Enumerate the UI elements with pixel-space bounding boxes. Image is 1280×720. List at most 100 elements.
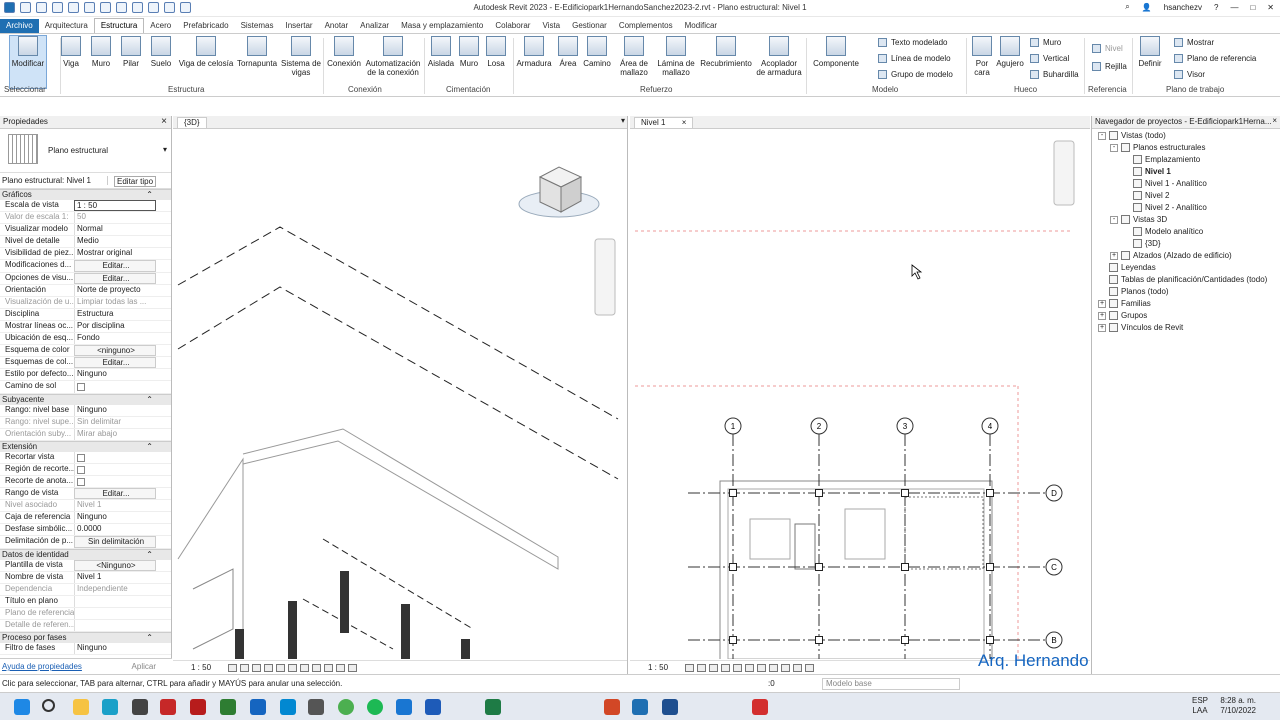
property-value[interactable]: <ninguno>	[74, 345, 156, 357]
tab-analizar[interactable]: Analizar	[354, 19, 395, 33]
component-button[interactable]: Componente	[810, 36, 862, 68]
slab-button[interactable]: Losa	[484, 36, 508, 68]
plan-view-window[interactable]: Nivel 1 × 1234DCB 1 : 50 Arq. Hernando S…	[630, 116, 1090, 690]
column-marker[interactable]	[815, 563, 823, 571]
app-icon-6[interactable]	[280, 699, 296, 715]
revit-icon[interactable]	[632, 699, 648, 715]
property-value[interactable]: <Ninguno>	[74, 559, 156, 571]
app-icon-4[interactable]	[220, 699, 236, 715]
show-workplane-button[interactable]: Mostrar	[1174, 38, 1214, 47]
wall-opening-button[interactable]: Muro	[1030, 38, 1061, 47]
model-base-dropdown[interactable]: Modelo base	[822, 678, 960, 690]
property-value[interactable]	[74, 463, 156, 475]
minimize-icon[interactable]: —	[1230, 3, 1238, 12]
tab-archivo[interactable]: Archivo	[0, 19, 39, 33]
property-value[interactable]: Norte de proyecto	[74, 284, 156, 296]
powerpoint-icon[interactable]	[604, 699, 620, 715]
tab-acero[interactable]: Acero	[144, 19, 177, 33]
word-icon[interactable]	[425, 699, 441, 715]
browser-item[interactable]: - Vistas (todo)	[1098, 131, 1166, 140]
tab-gestionar[interactable]: Gestionar	[566, 19, 613, 33]
property-value[interactable]: Normal	[74, 224, 156, 236]
column-marker[interactable]	[729, 489, 737, 497]
plan-view-scale[interactable]: 1 : 50	[648, 663, 668, 672]
apply-button[interactable]: Aplicar	[132, 662, 156, 671]
constraints-icon[interactable]	[348, 664, 357, 672]
vertical-opening-button[interactable]: Vertical	[1030, 54, 1069, 63]
analytical-icon[interactable]	[793, 664, 802, 672]
chevron-down-icon[interactable]: ▾	[163, 145, 167, 154]
path-button[interactable]: Camino	[582, 36, 612, 68]
excel-icon[interactable]	[485, 699, 501, 715]
column-marker[interactable]	[901, 563, 909, 571]
wall-foundation-button[interactable]: Muro	[457, 36, 481, 68]
spotify-icon[interactable]	[367, 699, 383, 715]
close-browser-icon[interactable]: ×	[1272, 116, 1277, 125]
set-workplane-button[interactable]: Definir	[1136, 36, 1164, 68]
checkbox[interactable]	[77, 477, 85, 486]
collapse-icon[interactable]: ⌃	[146, 633, 153, 642]
property-value[interactable]: Ninguno	[74, 369, 156, 381]
property-value[interactable]: Por disciplina	[74, 320, 156, 333]
model-text-button[interactable]: Texto modelado	[878, 38, 947, 47]
visual-style-icon[interactable]	[697, 664, 706, 672]
shadows-icon[interactable]	[721, 664, 730, 672]
help-icon[interactable]: ?	[1214, 3, 1218, 12]
tab-prefabricado[interactable]: Prefabricado	[177, 19, 234, 33]
hide-icon[interactable]	[757, 664, 766, 672]
sun-path-icon[interactable]	[252, 664, 261, 672]
model-group-button[interactable]: Grupo de modelo	[878, 70, 953, 79]
property-value[interactable]: Nivel 1	[74, 571, 156, 583]
temp-hide-icon[interactable]	[312, 664, 321, 672]
floor-button[interactable]: Suelo	[147, 36, 175, 68]
property-value[interactable]	[74, 451, 156, 463]
close-icon[interactable]: ✕	[1267, 3, 1274, 12]
crop-icon[interactable]	[276, 664, 285, 672]
collapse-icon[interactable]: ⌃	[146, 190, 153, 199]
reinforcement-group-label[interactable]: Refuerzo	[640, 85, 672, 94]
browser-item[interactable]: - Planos estructurales	[1110, 143, 1205, 152]
tab-anotar[interactable]: Anotar	[319, 19, 355, 33]
wall-button[interactable]: Muro	[88, 36, 114, 68]
type-selector[interactable]: Plano estructural ▾	[0, 129, 171, 173]
properties-help-link[interactable]: Ayuda de propiedades	[2, 662, 82, 671]
property-group-header[interactable]: Extensión ⌃	[0, 440, 171, 452]
browser-item[interactable]: Emplazamiento	[1122, 155, 1200, 164]
file-explorer-icon[interactable]	[73, 699, 89, 715]
property-value[interactable]: Mostrar original	[74, 248, 156, 260]
analytical-icon[interactable]	[336, 664, 345, 672]
level-button[interactable]: Nivel	[1092, 44, 1123, 53]
browser-item[interactable]: Nivel 1	[1122, 167, 1171, 176]
expand-icon[interactable]: -	[1110, 215, 1118, 224]
reveal-icon[interactable]	[781, 664, 790, 672]
expand-icon[interactable]: -	[1098, 131, 1106, 140]
reveal-icon[interactable]	[324, 664, 333, 672]
keyboard-language[interactable]: ESP LAA	[1192, 696, 1208, 716]
search-icon[interactable]	[42, 699, 55, 712]
by-face-button[interactable]: Por cara	[970, 36, 994, 77]
beam-system-button[interactable]: Sistema de vigas	[280, 36, 322, 77]
crop-icon[interactable]	[733, 664, 742, 672]
view-3d-tab[interactable]: {3D}	[177, 117, 207, 129]
column-marker[interactable]	[986, 636, 994, 644]
plan-drawing[interactable]: 1 2 3 4 D C B	[630, 129, 1090, 659]
tab-colaborar[interactable]: Colaborar	[489, 19, 536, 33]
tab-vista[interactable]: Vista	[536, 19, 566, 33]
instance-dropdown[interactable]: Plano estructural: Nivel 1	[2, 176, 108, 185]
windows-start-icon[interactable]	[14, 699, 30, 715]
column-marker[interactable]	[729, 563, 737, 571]
close-properties-icon[interactable]: ×	[161, 116, 167, 127]
sun-path-icon[interactable]	[709, 664, 718, 672]
expand-icon[interactable]: +	[1098, 311, 1106, 320]
view-cube[interactable]	[518, 166, 600, 218]
property-value[interactable]: Ninguno	[74, 643, 156, 655]
browser-item[interactable]: Planos (todo)	[1098, 287, 1169, 296]
property-value[interactable]: Editar...	[74, 272, 156, 284]
browser-item[interactable]: + Familias	[1098, 299, 1151, 308]
edge-icon[interactable]	[102, 699, 118, 715]
view-menu-icon[interactable]: ▾	[621, 116, 625, 125]
shaft-button[interactable]: Agujero	[996, 36, 1024, 68]
view-3d-window[interactable]: {3D} ▾ 1 : 50	[173, 116, 628, 674]
viewer-button[interactable]: Visor	[1174, 70, 1205, 79]
column-marker[interactable]	[986, 563, 994, 571]
